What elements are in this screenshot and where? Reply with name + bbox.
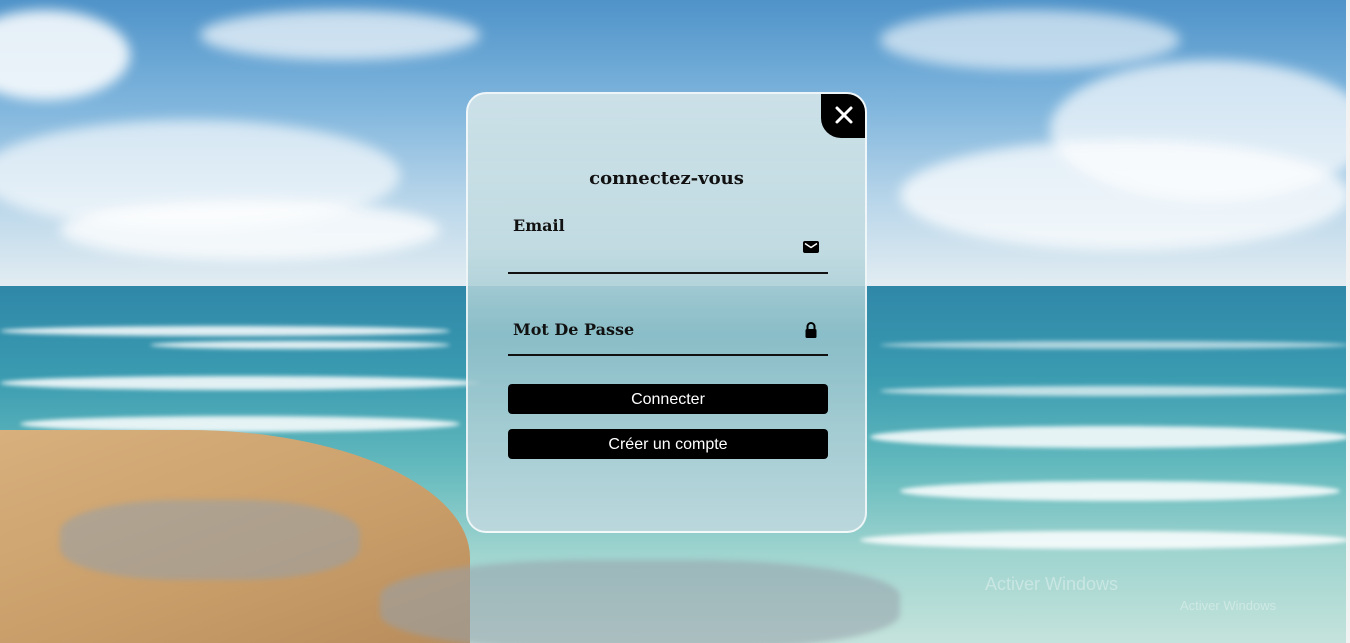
cloud-shape: [900, 140, 1350, 250]
wave-shape: [0, 326, 450, 336]
login-title: connectez-vous: [589, 168, 744, 189]
wave-shape: [880, 386, 1350, 396]
login-card: connectez-vous Email Mot De Passe Connec…: [466, 92, 867, 533]
email-field: Email: [508, 212, 828, 274]
cloud-shape: [0, 10, 130, 100]
activation-watermark: Activer Windows: [985, 574, 1119, 594]
lock-icon: [805, 322, 817, 338]
wave-shape: [860, 531, 1350, 549]
login-button[interactable]: Connecter: [508, 384, 828, 414]
email-input[interactable]: [508, 242, 797, 272]
activation-watermark-secondary: Activer Windows: [1180, 598, 1277, 613]
wave-shape: [0, 376, 480, 390]
close-button[interactable]: [821, 94, 865, 138]
wave-shape: [900, 481, 1340, 501]
cloud-shape: [200, 10, 480, 60]
mail-icon: [803, 241, 819, 253]
wave-shape: [150, 341, 450, 349]
cloud-shape: [60, 200, 440, 260]
wet-sand: [380, 560, 900, 643]
password-field: Mot De Passe: [508, 312, 828, 356]
close-icon: [835, 106, 853, 124]
page-scrollbar[interactable]: [1346, 0, 1350, 643]
email-label: Email: [513, 216, 565, 235]
wave-shape: [870, 426, 1350, 448]
wave-shape: [880, 341, 1350, 349]
wet-sand: [60, 500, 360, 580]
cloud-shape: [880, 10, 1180, 70]
password-input[interactable]: [508, 324, 797, 354]
create-account-button[interactable]: Créer un compte: [508, 429, 828, 459]
